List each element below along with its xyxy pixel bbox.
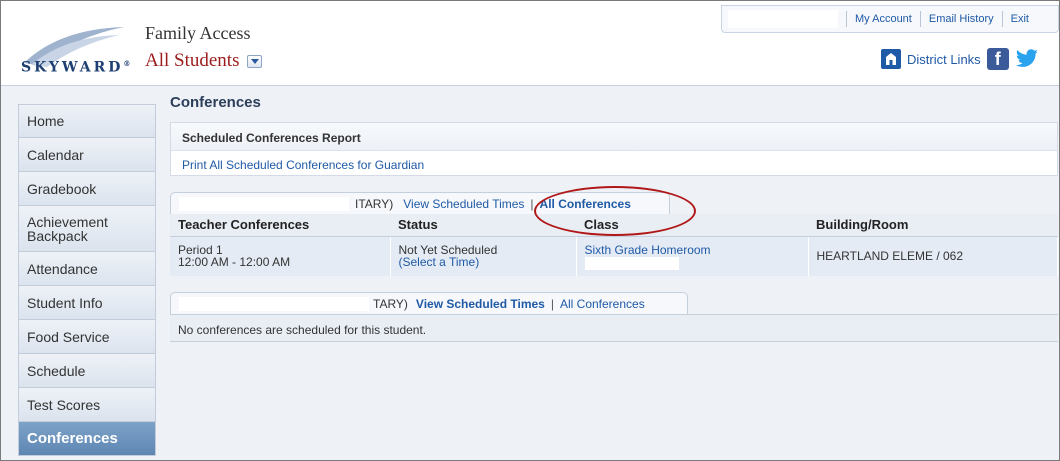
column-header: Teacher Conferences [170, 214, 390, 237]
time-range: 12:00 AM - 12:00 AM [178, 254, 291, 269]
class-cell: Sixth Grade Homeroom [576, 236, 809, 276]
report-panel: Scheduled Conferences Report Print All S… [170, 122, 1058, 176]
twitter-icon[interactable] [1015, 48, 1039, 70]
student-tab: ITARY) View Scheduled Times | All Confer… [170, 192, 670, 214]
sidebar-item-test-scores[interactable]: Test Scores [18, 388, 156, 422]
sidebar-item-calendar[interactable]: Calendar [18, 138, 156, 172]
app-title: Family Access [145, 23, 251, 43]
sidebar-item-achievement-backpack[interactable]: Achievement Backpack [18, 206, 156, 252]
all-conferences-link[interactable]: All Conferences [560, 297, 645, 311]
main-content: Conferences Scheduled Conferences Report… [170, 88, 1058, 342]
student-selector-label: All Students [145, 50, 240, 71]
sidebar-item-attendance[interactable]: Attendance [18, 252, 156, 286]
status-text: Not Yet Scheduled [398, 242, 498, 257]
view-scheduled-times-link[interactable]: View Scheduled Times [403, 197, 524, 211]
select-time-link[interactable]: (Select a Time) [399, 256, 576, 268]
sidebar-item-schedule[interactable]: Schedule [18, 354, 156, 388]
district-links-link[interactable]: District Links [907, 52, 981, 67]
teacher-conference-cell: Period 1 12:00 AM - 12:00 AM [170, 236, 391, 276]
my-account-link[interactable]: My Account [855, 13, 912, 25]
student-tab-2: TARY) View Scheduled Times | All Confere… [170, 292, 688, 314]
tab-separator: | [530, 196, 534, 211]
student-selector[interactable]: All Students [145, 50, 263, 72]
sidebar-item-gradebook[interactable]: Gradebook [18, 172, 156, 206]
student-name-redacted [179, 196, 349, 211]
building-room-cell: HEARTLAND ELEME / 062 [808, 236, 1058, 276]
sidebar-item-food-service[interactable]: Food Service [18, 320, 156, 354]
class-link[interactable]: Sixth Grade Homeroom [585, 244, 808, 256]
sidebar-item-student-info[interactable]: Student Info [18, 286, 156, 320]
report-heading: Scheduled Conferences Report [171, 123, 1057, 151]
building-icon[interactable] [881, 49, 901, 69]
chevron-down-icon[interactable] [247, 54, 263, 68]
view-scheduled-times-link[interactable]: View Scheduled Times [416, 297, 545, 311]
divider [1001, 11, 1003, 27]
student-school-suffix: TARY) [373, 296, 408, 311]
column-header: Building/Room [808, 214, 1058, 237]
top-links: My Account Email History Exit [721, 5, 1059, 33]
teacher-name-redacted [584, 256, 679, 270]
email-history-link[interactable]: Email History [929, 13, 994, 25]
student-name-redacted [179, 296, 369, 311]
user-name-redacted [728, 10, 838, 28]
table-row: Period 1 12:00 AM - 12:00 AM Not Yet Sch… [170, 236, 1058, 276]
empty-message: No conferences are scheduled for this st… [170, 314, 1058, 342]
tab-separator: | [550, 296, 554, 311]
district-links: District Links f [881, 48, 1039, 70]
table-header-row: Teacher Conferences Status Class Buildin… [170, 214, 1058, 237]
all-conferences-link[interactable]: All Conferences [540, 197, 631, 211]
period: Period 1 [178, 242, 223, 257]
student-tab-bar-2: TARY) View Scheduled Times | All Confere… [170, 292, 1058, 314]
conferences-table: Teacher Conferences Status Class Buildin… [170, 214, 1058, 276]
header: SKYWARD® Family Access All Students My A… [1, 1, 1059, 84]
column-header: Class [576, 214, 808, 237]
status-cell: Not Yet Scheduled (Select a Time) [390, 236, 577, 276]
exit-link[interactable]: Exit [1011, 13, 1029, 25]
sidebar-nav: Home Calendar Gradebook Achievement Back… [18, 104, 156, 456]
student-school-suffix: ITARY) [355, 196, 394, 211]
page-title: Conferences [170, 94, 261, 111]
divider [919, 11, 921, 27]
divider [846, 11, 847, 27]
sidebar-item-home[interactable]: Home [18, 104, 156, 138]
print-conferences-link[interactable]: Print All Scheduled Conferences for Guar… [171, 151, 1057, 172]
column-header: Status [390, 214, 576, 237]
facebook-icon[interactable]: f [986, 48, 1009, 70]
student-tab-bar: ITARY) View Scheduled Times | All Confer… [170, 192, 1058, 214]
sidebar-item-conferences[interactable]: Conferences [18, 422, 156, 456]
logo-text: SKYWARD® [21, 59, 131, 76]
